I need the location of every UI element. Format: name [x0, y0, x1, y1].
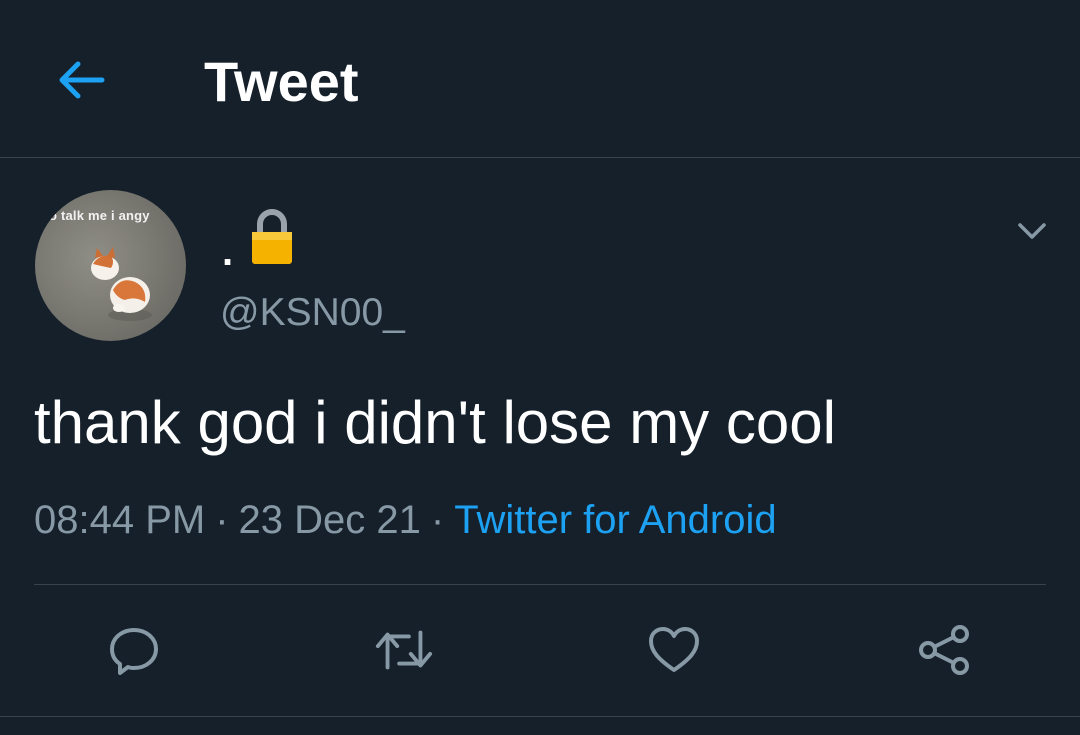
divider — [34, 584, 1046, 585]
reply-icon — [110, 628, 158, 675]
share-icon — [919, 625, 969, 675]
page-title: Tweet — [204, 50, 359, 113]
retweet-icon — [375, 630, 433, 670]
meta-separator: · — [215, 498, 229, 542]
lock-icon — [252, 209, 292, 264]
divider — [0, 716, 1080, 717]
tweet-date: 23 Dec 21 — [238, 498, 421, 542]
like-icon — [649, 627, 699, 672]
arrow-left-icon — [59, 61, 105, 99]
kitten-image — [91, 247, 152, 321]
tweet-time: 08:44 PM — [34, 498, 206, 542]
back-button[interactable] — [52, 52, 108, 108]
reply-button[interactable] — [104, 620, 164, 680]
tweet-source-link[interactable]: Twitter for Android — [454, 498, 776, 542]
user-handle[interactable]: @KSN00_ — [220, 290, 405, 336]
retweet-button[interactable] — [374, 620, 434, 680]
share-button[interactable] — [914, 620, 974, 680]
tweet-text: thank god i didn't lose my cool — [34, 389, 836, 456]
display-name[interactable]: . — [222, 232, 233, 272]
tweet-menu-button[interactable] — [1012, 214, 1052, 248]
meta-separator: · — [430, 498, 445, 542]
action-bar — [0, 600, 1080, 700]
app-header: Tweet — [0, 0, 1080, 158]
tweet-meta: 08:44 PM · 23 Dec 21 · Twitter for Android — [34, 496, 777, 544]
like-button[interactable] — [644, 620, 704, 680]
avatar[interactable]: o talk me i angy — [35, 190, 186, 341]
chevron-down-icon — [1018, 223, 1046, 239]
